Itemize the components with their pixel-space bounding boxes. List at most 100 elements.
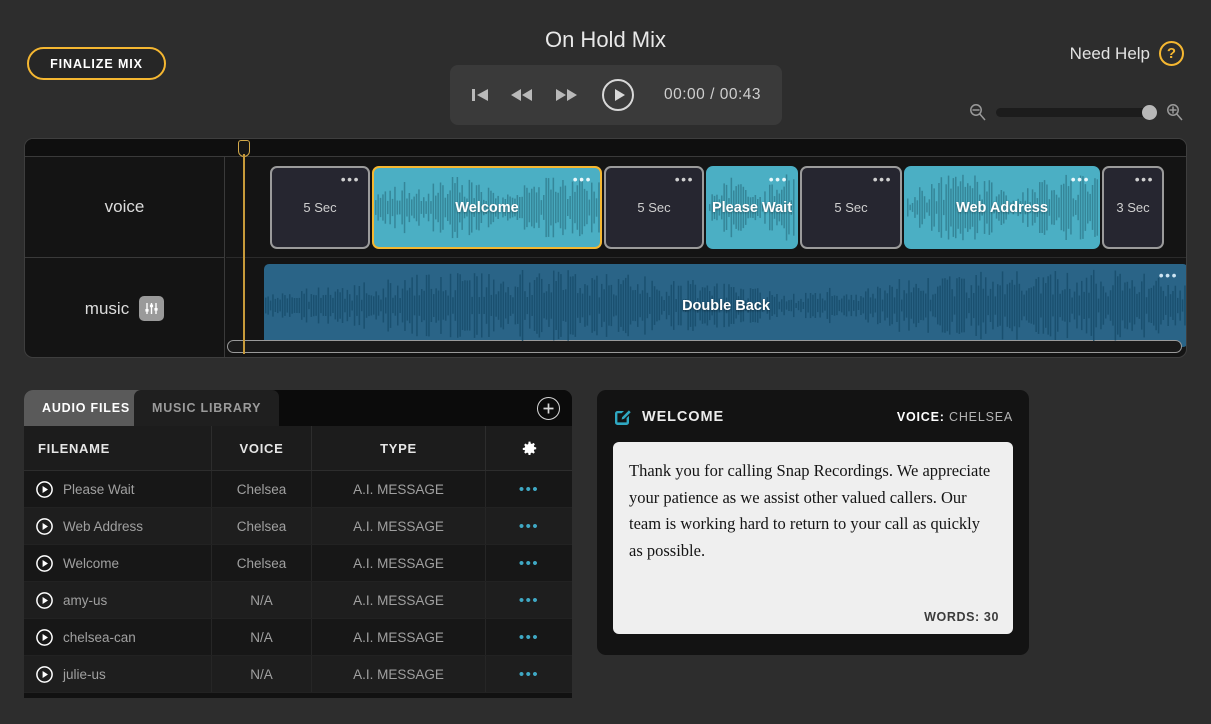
row-menu-button[interactable]: ••• [486, 619, 572, 655]
audio-files-panel: AUDIO FILES MUSIC LIBRARY FILENAME VOICE… [24, 390, 572, 698]
clip-menu-button[interactable]: ••• [769, 172, 788, 186]
clip-menu-button[interactable]: ••• [1135, 172, 1154, 186]
filename-text: Web Address [63, 519, 143, 534]
table-row[interactable]: julie-us N/AA.I. MESSAGE••• [24, 656, 572, 693]
edit-pencil-icon[interactable] [613, 408, 632, 427]
cell-type: A.I. MESSAGE [312, 508, 486, 544]
zoom-slider-handle[interactable] [1142, 105, 1157, 120]
clip-menu-button[interactable]: ••• [675, 172, 694, 186]
table-row[interactable]: chelsea-canN/AA.I. MESSAGE••• [24, 619, 572, 656]
clip-menu-button[interactable]: ••• [573, 172, 592, 186]
play-button[interactable] [602, 79, 634, 111]
play-icon[interactable] [36, 592, 53, 609]
track-name-music: music [85, 299, 129, 319]
mixer-sliders-icon[interactable] [139, 296, 164, 321]
timeline-clip-please-wait[interactable]: Please Wait••• [706, 166, 798, 249]
table-row[interactable]: Welcome ChelseaA.I. MESSAGE••• [24, 545, 572, 582]
play-icon[interactable] [36, 666, 53, 683]
add-file-button[interactable] [537, 397, 560, 420]
zoom-in-icon[interactable] [1165, 103, 1184, 122]
play-icon[interactable] [36, 629, 53, 646]
page-title: On Hold Mix [0, 27, 1211, 53]
settings-gear-icon[interactable] [486, 426, 572, 470]
track-lane-voice[interactable]: 5 Sec•••Welcome•••5 Sec•••Please Wait•••… [226, 157, 1187, 258]
message-voice-label: VOICE: [897, 410, 945, 424]
zoom-slider[interactable] [996, 108, 1156, 117]
clip-menu-button[interactable]: ••• [1159, 268, 1178, 282]
timeline-clip-double-back[interactable]: Double Back••• [264, 264, 1187, 347]
cell-filename: Welcome [24, 545, 212, 581]
play-icon[interactable] [36, 481, 53, 498]
tab-music-library-label: MUSIC LIBRARY [152, 401, 261, 415]
cell-type: A.I. MESSAGE [312, 471, 486, 507]
cell-voice: N/A [212, 656, 312, 692]
fast-forward-icon[interactable] [554, 87, 578, 103]
clip-menu-button[interactable]: ••• [341, 172, 360, 186]
clip-label: 3 Sec [1116, 200, 1149, 215]
message-voice: VOICE: CHELSEA [897, 410, 1013, 424]
cell-filename: amy-us [24, 582, 212, 618]
player-controls: 00:00 / 00:43 [450, 65, 782, 125]
need-help-button[interactable]: Need Help ? [1070, 41, 1184, 66]
table-row[interactable]: Web Address ChelseaA.I. MESSAGE••• [24, 508, 572, 545]
tab-music-library[interactable]: MUSIC LIBRARY [134, 390, 279, 426]
help-icon: ? [1159, 41, 1184, 66]
row-menu-button[interactable]: ••• [486, 545, 572, 581]
cell-voice: N/A [212, 582, 312, 618]
top-bar: FINALIZE MIX On Hold Mix 00:00 / 00:43 N… [0, 0, 1211, 136]
track-lane-music[interactable]: Double Back••• [226, 258, 1187, 358]
clip-menu-button[interactable]: ••• [1071, 172, 1090, 186]
filename-text: Welcome [63, 556, 119, 571]
row-menu-button[interactable]: ••• [486, 471, 572, 507]
timeline-clip-5-sec[interactable]: 5 Sec ••• [800, 166, 902, 249]
row-menu-button[interactable]: ••• [486, 656, 572, 692]
timeline-clip-welcome[interactable]: Welcome••• [372, 166, 602, 249]
clip-label: 5 Sec [303, 200, 336, 215]
row-menu-button[interactable]: ••• [486, 508, 572, 544]
finalize-mix-label: FINALIZE MIX [50, 57, 143, 71]
files-tab-bar: AUDIO FILES MUSIC LIBRARY [24, 390, 572, 426]
play-icon[interactable] [36, 555, 53, 572]
filename-text: chelsea-can [63, 630, 136, 645]
tab-audio-files[interactable]: AUDIO FILES [24, 390, 148, 426]
timeline-clip-3-sec[interactable]: 3 Sec ••• [1102, 166, 1164, 249]
cell-voice: Chelsea [212, 471, 312, 507]
track-label-music: music [25, 258, 224, 358]
rewind-icon[interactable] [510, 87, 534, 103]
play-icon [615, 89, 625, 101]
files-table-body: Please WaitChelseaA.I. MESSAGE•••Web Add… [24, 471, 572, 693]
track-label-voice: voice [25, 157, 224, 258]
table-row[interactable]: Please Wait ChelseaA.I. MESSAGE••• [24, 471, 572, 508]
player-timecode: 00:00 / 00:43 [664, 86, 761, 104]
filename-text: julie-us [63, 667, 106, 682]
files-table-header: FILENAME VOICE TYPE [24, 426, 572, 471]
timeline-clip-web-address[interactable]: Web Address••• [904, 166, 1100, 249]
row-menu-button[interactable]: ••• [486, 582, 572, 618]
word-count: WORDS: 30 [924, 610, 999, 624]
filename-text: Please Wait [63, 482, 135, 497]
zoom-out-icon[interactable] [968, 103, 987, 122]
cell-type: A.I. MESSAGE [312, 545, 486, 581]
column-header-type: TYPE [312, 426, 486, 470]
cell-type: A.I. MESSAGE [312, 582, 486, 618]
message-panel-header: WELCOME VOICE: CHELSEA [613, 404, 1013, 430]
cell-voice: Chelsea [212, 508, 312, 544]
filename-text: amy-us [63, 593, 107, 608]
clip-label: 5 Sec [834, 200, 867, 215]
track-name-voice: voice [105, 197, 145, 217]
timeline-ruler[interactable] [25, 139, 1187, 157]
skip-start-icon[interactable] [470, 87, 490, 103]
table-row[interactable]: amy-us N/AA.I. MESSAGE••• [24, 582, 572, 619]
timeline: voice music 5 Sec•••Welcome•••5 Sec•••Pl… [24, 138, 1187, 358]
cell-voice: Chelsea [212, 545, 312, 581]
cell-voice: N/A [212, 619, 312, 655]
cell-filename: chelsea-can [24, 619, 212, 655]
play-icon[interactable] [36, 518, 53, 535]
track-lanes: 5 Sec•••Welcome•••5 Sec•••Please Wait•••… [226, 157, 1187, 358]
message-textarea[interactable]: Thank you for calling Snap Recordings. W… [613, 442, 1013, 634]
clip-menu-button[interactable]: ••• [873, 172, 892, 186]
timeline-clip-5-sec[interactable]: 5 Sec ••• [270, 166, 370, 249]
track-label-column: voice music [25, 157, 225, 358]
cell-type: A.I. MESSAGE [312, 656, 486, 692]
timeline-clip-5-sec[interactable]: 5 Sec••• [604, 166, 704, 249]
